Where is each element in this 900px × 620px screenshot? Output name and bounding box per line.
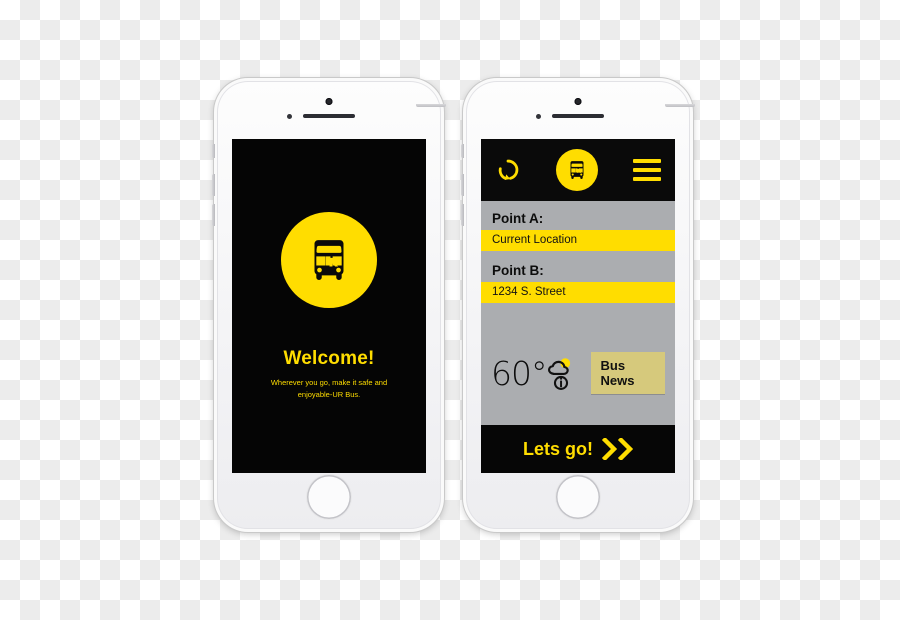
hamburger-menu-icon[interactable]	[633, 159, 661, 181]
point-a-label: Point A:	[492, 211, 544, 226]
earpiece-speaker-icon	[303, 114, 355, 118]
power-button[interactable]	[416, 104, 446, 107]
refresh-back-arrow-icon[interactable]	[495, 157, 521, 183]
bus-logo-icon	[281, 212, 377, 309]
volume-up-button[interactable]	[212, 174, 215, 196]
point-b-input[interactable]: 1234 S. Street	[481, 282, 675, 303]
volume-down-button[interactable]	[461, 204, 464, 226]
welcome-title: Welcome!	[283, 348, 375, 370]
trip-planner-screen: Point A: Current Location Point B: 1234 …	[481, 139, 675, 473]
sun-behind-cloud-icon[interactable]	[545, 355, 577, 393]
double-chevron-right-icon	[602, 438, 633, 460]
screen-app: Point A: Current Location Point B: 1234 …	[481, 139, 675, 473]
volume-down-button[interactable]	[212, 204, 215, 226]
welcome-subtitle: Wherever you go, make it safe and enjoya…	[270, 378, 388, 399]
volume-up-button[interactable]	[461, 174, 464, 196]
mute-switch[interactable]	[212, 144, 215, 158]
screen-splash: Welcome! Wherever you go, make it safe a…	[232, 139, 426, 473]
phone-device-right: Point A: Current Location Point B: 1234 …	[461, 78, 695, 532]
trip-form: Point A: Current Location Point B: 1234 …	[481, 201, 675, 425]
app-header	[481, 139, 675, 201]
proximity-sensor-icon	[287, 114, 292, 119]
hamburger-bar	[633, 168, 661, 172]
home-button[interactable]	[556, 475, 600, 519]
lets-go-label: Lets go!	[523, 438, 593, 459]
bus-logo-icon[interactable]	[556, 149, 598, 191]
earpiece-speaker-icon	[552, 114, 604, 118]
bus-news-button[interactable]: Bus News	[590, 352, 665, 394]
power-button[interactable]	[665, 104, 695, 107]
splash-screen: Welcome! Wherever you go, make it safe a…	[232, 139, 426, 473]
temperature-value: 60°	[491, 353, 547, 393]
proximity-sensor-icon	[536, 114, 541, 119]
front-camera-icon	[574, 98, 582, 105]
phone-device-left: Welcome! Wherever you go, make it safe a…	[212, 78, 446, 532]
point-b-label: Point B:	[492, 263, 544, 278]
home-button[interactable]	[307, 475, 351, 519]
lets-go-button[interactable]: Lets go!	[481, 425, 675, 473]
point-a-input[interactable]: Current Location	[481, 230, 675, 251]
hamburger-bar	[633, 159, 661, 163]
weather-row: 60° Bus News	[481, 315, 675, 425]
mute-switch[interactable]	[461, 144, 464, 158]
front-camera-icon	[325, 98, 333, 105]
hamburger-bar	[633, 177, 661, 181]
